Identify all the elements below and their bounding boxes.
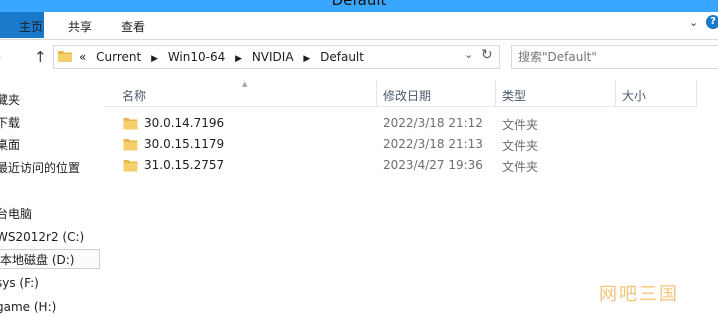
- file-row[interactable]: 30.0.15.1179 2022/3/18 21:13 文件夹: [104, 134, 697, 155]
- folder-icon: [123, 139, 138, 151]
- ribbon: 主页 共享 查看 ⌄ ?: [0, 12, 718, 40]
- file-modified: 2023/4/27 19:36: [383, 158, 483, 172]
- sidebar-item-drive-f[interactable]: sys (F:): [0, 273, 39, 293]
- folder-icon: [123, 160, 138, 172]
- navigation-pane: 藏夹 下载 桌面 最近访问的位置 台电脑 WS2012r2 (C:) 本地磁盘 …: [0, 78, 104, 316]
- folder-icon: [123, 118, 138, 130]
- file-type: 文件夹: [502, 139, 539, 153]
- search-box[interactable]: [511, 45, 718, 69]
- breadcrumb-separator-icon[interactable]: ▶: [151, 54, 158, 64]
- navigation-bar: › ↑ « Current ▶ Win10-64 ▶ NVIDIA ▶ Defa…: [0, 40, 718, 74]
- tab-view[interactable]: 查看: [121, 18, 145, 35]
- help-icon[interactable]: ?: [706, 15, 718, 29]
- breadcrumb-win10-64[interactable]: Win10-64: [168, 50, 225, 64]
- file-type: 文件夹: [502, 118, 539, 132]
- file-name: 30.0.14.7196: [144, 116, 225, 130]
- tab-share[interactable]: 共享: [68, 18, 92, 35]
- sort-ascending-icon: ▲: [242, 80, 248, 88]
- sidebar-item-desktop[interactable]: 桌面: [0, 135, 20, 155]
- file-name: 30.0.15.1179: [144, 137, 225, 151]
- address-dropdown-icon[interactable]: ⌄: [464, 48, 473, 61]
- forward-icon[interactable]: ›: [0, 50, 2, 66]
- file-modified: 2022/3/18 21:12: [383, 116, 483, 130]
- file-modified: 2022/3/18 21:13: [383, 137, 483, 151]
- refresh-icon[interactable]: ↻: [481, 47, 493, 63]
- file-row[interactable]: 31.0.15.2757 2023/4/27 19:36 文件夹: [104, 155, 697, 176]
- file-name: 31.0.15.2757: [144, 158, 225, 172]
- sidebar-item-this-pc[interactable]: 台电脑: [0, 204, 32, 224]
- sidebar-item-recent-places[interactable]: 最近访问的位置: [0, 158, 80, 178]
- chevron-down-icon[interactable]: ⌄: [689, 16, 698, 29]
- breadcrumb-nvidia[interactable]: NVIDIA: [252, 50, 294, 64]
- breadcrumb: « Current ▶ Win10-64 ▶ NVIDIA ▶ Default: [79, 50, 370, 64]
- window-title: Default: [331, 0, 387, 9]
- column-name[interactable]: 名称: [122, 87, 146, 104]
- column-divider[interactable]: [376, 80, 377, 106]
- column-divider[interactable]: [696, 80, 697, 106]
- address-bar[interactable]: « Current ▶ Win10-64 ▶ NVIDIA ▶ Default …: [53, 45, 500, 69]
- column-size[interactable]: 大小: [622, 87, 646, 104]
- file-row[interactable]: 30.0.14.7196 2022/3/18 21:12 文件夹: [104, 113, 697, 134]
- up-arrow-icon[interactable]: ↑: [34, 48, 47, 66]
- watermark: 网吧三国: [599, 284, 679, 305]
- sidebar-item-drive-d[interactable]: 本地磁盘 (D:): [0, 249, 100, 269]
- title-bar: Default: [0, 0, 718, 12]
- breadcrumb-current[interactable]: Current: [96, 50, 141, 64]
- breadcrumb-separator-icon[interactable]: ▶: [235, 54, 242, 64]
- column-divider[interactable]: [615, 80, 616, 106]
- column-divider[interactable]: [495, 80, 496, 106]
- sidebar-item-favorites[interactable]: 藏夹: [0, 90, 20, 110]
- file-type: 文件夹: [502, 160, 539, 174]
- folder-icon: [58, 51, 72, 62]
- tab-home[interactable]: 主页: [19, 18, 43, 35]
- column-header: ▲ 名称 修改日期 类型 大小: [104, 80, 697, 107]
- sidebar-item-drive-h[interactable]: game (H:): [0, 297, 56, 317]
- sidebar-item-drive-c[interactable]: WS2012r2 (C:): [0, 227, 84, 247]
- sidebar-item-downloads[interactable]: 下载: [0, 113, 20, 133]
- breadcrumb-overflow[interactable]: «: [79, 50, 86, 64]
- column-type[interactable]: 类型: [502, 87, 526, 104]
- breadcrumb-default[interactable]: Default: [320, 50, 364, 64]
- breadcrumb-separator-icon[interactable]: ▶: [303, 54, 310, 64]
- search-input[interactable]: [518, 49, 703, 65]
- column-modified[interactable]: 修改日期: [383, 87, 431, 104]
